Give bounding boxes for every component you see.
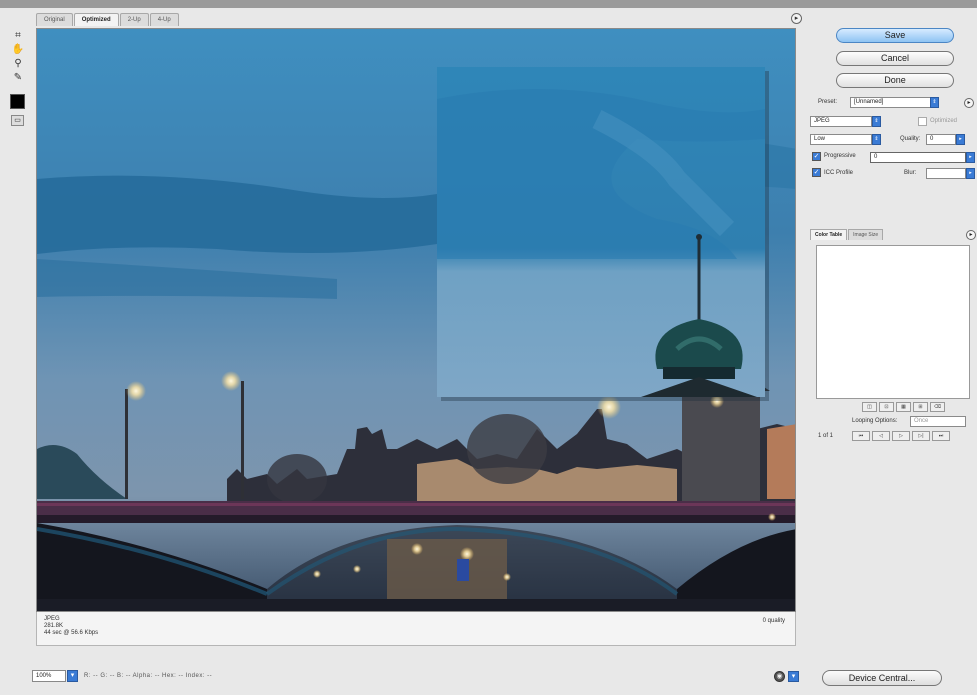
optimization-info: JPEG 281.8K 44 sec @ 56.6 Kbps 0 quality xyxy=(36,612,796,646)
web-snap-icon[interactable]: ◫ xyxy=(862,402,877,412)
image-preview[interactable] xyxy=(36,28,796,612)
save-button[interactable]: Save xyxy=(836,28,954,43)
quality-field[interactable]: 0 xyxy=(926,134,956,145)
zoom-dropdown-icon[interactable]: ▾ xyxy=(67,670,78,682)
icc-profile-checkbox[interactable]: ✓ xyxy=(812,168,821,177)
blur-field[interactable] xyxy=(926,168,966,179)
format-dropdown-icon[interactable]: ⇕ xyxy=(872,116,881,127)
color-table-panel: Color Table Image Size ▸ ◫ ⊡ ▦ ⊞ ⌫ Loopi… xyxy=(806,229,977,449)
cancel-button[interactable]: Cancel xyxy=(836,51,954,66)
compression-dropdown-icon[interactable]: ⇕ xyxy=(872,134,881,145)
browser-preview-icon[interactable]: ◉ xyxy=(774,671,785,682)
quality-slider-icon[interactable]: ▸ xyxy=(956,134,965,145)
first-frame-icon[interactable]: ⏮ xyxy=(852,431,870,441)
tab-2-up[interactable]: 2-Up xyxy=(119,13,149,26)
tab-original[interactable]: Original xyxy=(36,13,73,26)
progressive-label: Progressive xyxy=(824,153,856,159)
tab-color-table[interactable]: Color Table xyxy=(810,229,848,240)
lock-color-icon[interactable]: ⊡ xyxy=(879,402,894,412)
zoom-level-field[interactable]: 100% xyxy=(32,670,66,682)
preview-photo xyxy=(37,29,795,611)
device-central-button[interactable]: Device Central... xyxy=(822,670,942,686)
toggle-slices-icon[interactable]: ▭ xyxy=(11,115,24,126)
file-format: JPEG xyxy=(44,616,60,622)
last-frame-icon[interactable]: ⏭ xyxy=(932,431,950,441)
looping-select[interactable]: Once xyxy=(910,416,966,427)
zoom-icon[interactable]: ⚲ xyxy=(10,57,26,70)
eyedropper-icon[interactable]: ✎ xyxy=(10,71,26,84)
color-readout: R: -- G: -- B: -- Alpha: -- Hex: -- Inde… xyxy=(84,673,213,679)
looping-options-label: Looping Options: xyxy=(852,418,898,424)
browser-menu-icon[interactable]: ▾ xyxy=(788,671,799,682)
blur-label: Blur: xyxy=(904,170,917,176)
tab-4-up[interactable]: 4-Up xyxy=(149,13,179,26)
view-tabs: Original Optimized 2-Up 4-Up xyxy=(36,13,180,27)
delete-color-icon[interactable]: ⌫ xyxy=(930,402,945,412)
icc-profile-label: ICC Profile xyxy=(824,170,854,176)
previous-frame-icon[interactable]: ◁ xyxy=(872,431,890,441)
hand-icon[interactable]: ✋ xyxy=(10,43,26,56)
download-time: 44 sec @ 56.6 Kbps xyxy=(44,630,99,636)
quality-popup-arrow-icon[interactable]: ▸ xyxy=(966,152,975,163)
toolbox: ⌗ ✋ ⚲ ✎ ▭ xyxy=(8,28,28,128)
optimized-checkbox[interactable]: ✓ xyxy=(918,117,927,126)
done-button[interactable]: Done xyxy=(836,73,954,88)
quality-info: 0 quality xyxy=(762,618,785,624)
blur-slider-icon[interactable]: ▸ xyxy=(966,168,975,179)
next-frame-icon[interactable]: ▷| xyxy=(912,431,930,441)
preset-dropdown-icon[interactable]: ⇕ xyxy=(930,97,939,108)
animation-controls: Looping Options: Once 1 of 1 ⏮ ◁ ▷ ▷| ⏭ xyxy=(812,416,977,446)
color-table-menu-icon[interactable]: ▸ xyxy=(966,230,976,240)
color-table-tools: ◫ ⊡ ▦ ⊞ ⌫ xyxy=(862,402,947,412)
eyedropper-color-swatch[interactable] xyxy=(10,94,25,109)
preset-select[interactable]: [Unnamed] xyxy=(850,97,932,108)
tab-optimized[interactable]: Optimized xyxy=(73,13,119,26)
tab-image-size[interactable]: Image Size xyxy=(848,229,884,240)
window-top-edge xyxy=(0,0,977,8)
preset-label: Preset: xyxy=(818,99,838,105)
file-info: JPEG 281.8K 44 sec @ 56.6 Kbps xyxy=(44,616,98,637)
quality-popup[interactable]: 0 xyxy=(870,152,966,163)
optimize-menu-icon[interactable]: ▸ xyxy=(964,98,974,108)
new-color-icon[interactable]: ⊞ xyxy=(913,402,928,412)
optimized-label: Optimized xyxy=(930,118,958,124)
file-size: 281.8K xyxy=(44,623,64,629)
color-table-tabs: Color Table Image Size xyxy=(810,229,884,240)
play-animation-icon[interactable]: ▷ xyxy=(892,431,910,441)
format-select[interactable]: JPEG xyxy=(810,116,872,127)
compression-quality-select[interactable]: Low xyxy=(810,134,872,145)
progressive-checkbox[interactable]: ✓ xyxy=(812,152,821,161)
slice-select-icon[interactable]: ⌗ xyxy=(10,29,26,42)
bottom-toolbar: 100% ▾ R: -- G: -- B: -- Alpha: -- Hex: … xyxy=(32,668,212,684)
frame-counter: 1 of 1 xyxy=(818,433,834,439)
quality-label: Quality: xyxy=(900,136,921,142)
optimize-settings-panel: Preset: [Unnamed] ⇕ ▸ JPEG ⇕ ✓ Optimized… xyxy=(806,96,977,200)
preview-menu-icon[interactable]: ▸ xyxy=(791,13,802,24)
transparency-icon[interactable]: ▦ xyxy=(896,402,911,412)
color-table-swatches[interactable] xyxy=(816,245,970,399)
